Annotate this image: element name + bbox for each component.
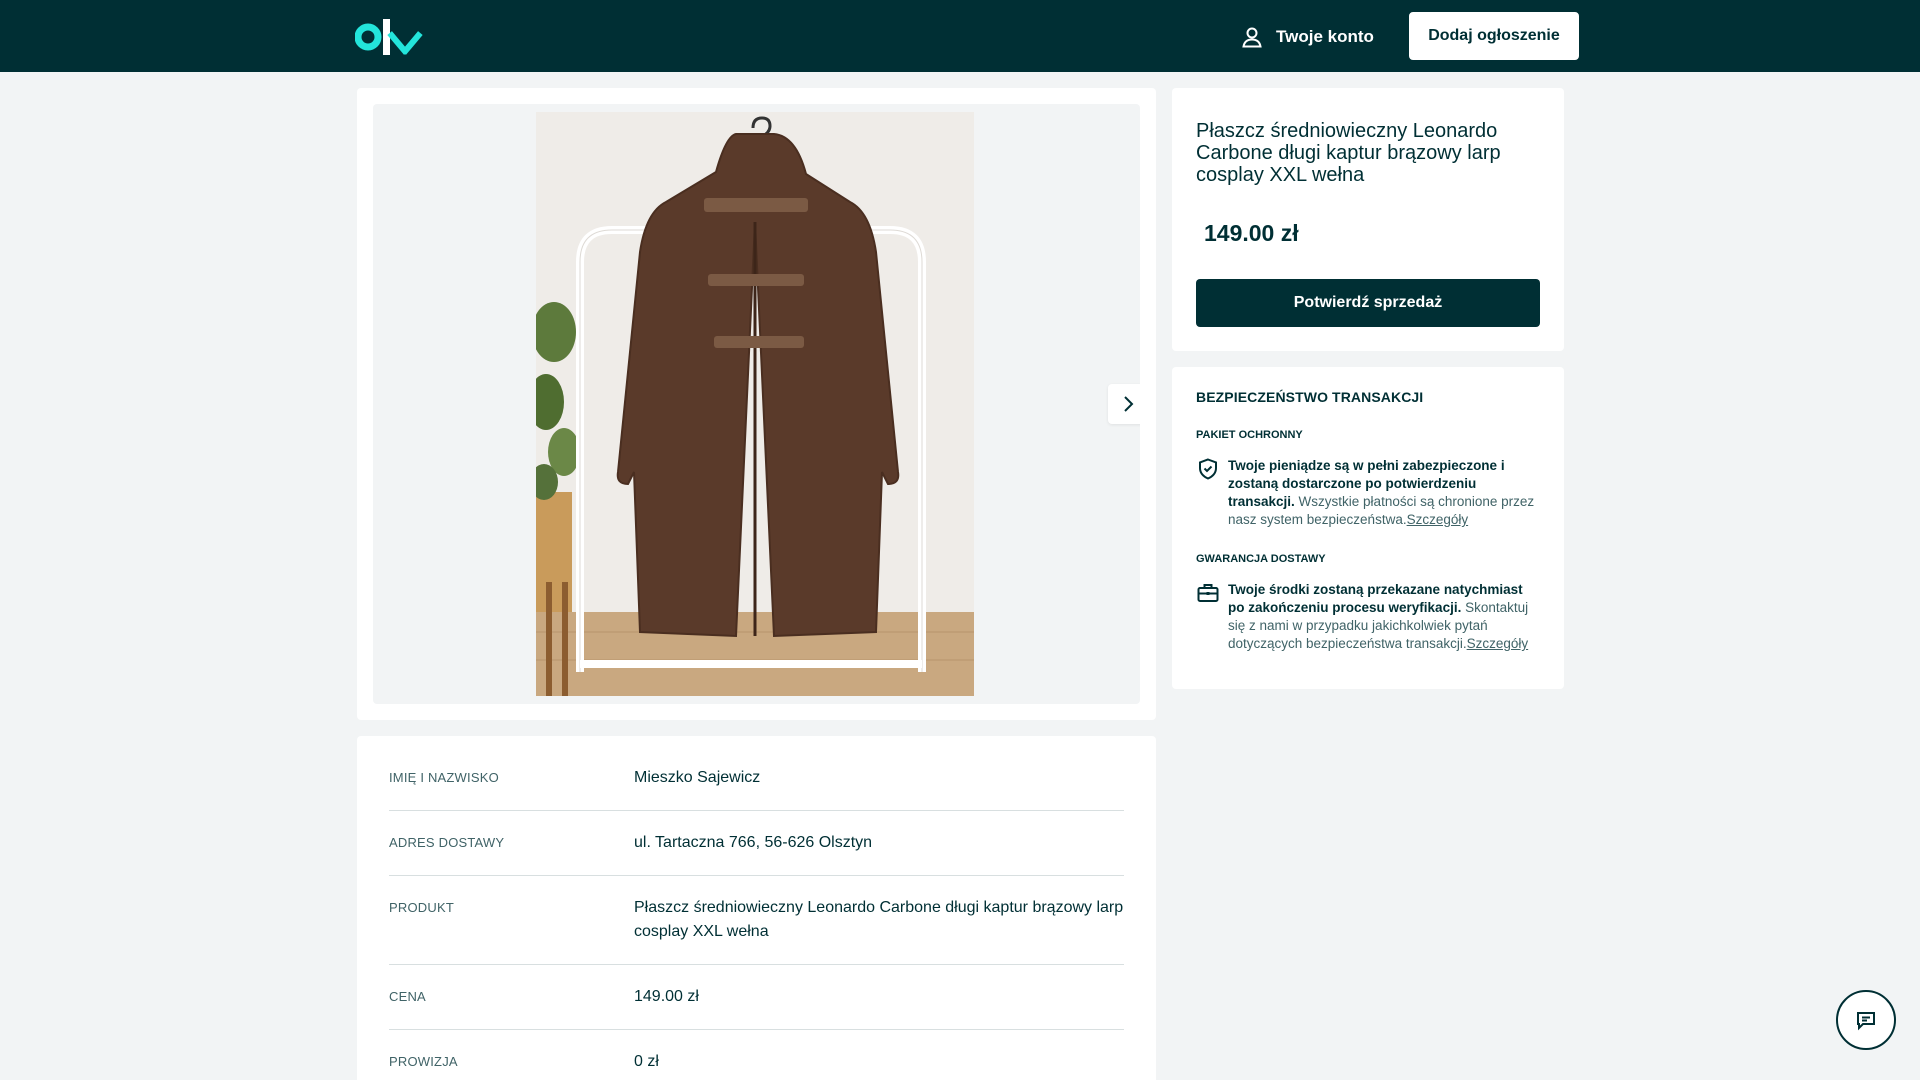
- listing-price: 149.00 zł: [1204, 220, 1299, 246]
- user-icon: [1242, 27, 1262, 48]
- chevron-right-icon: [1124, 396, 1134, 412]
- details-row-address: ADRES DOSTAWY ul. Tartaczna 766, 56-626 …: [389, 811, 1124, 876]
- details-label: CENA: [389, 989, 426, 1004]
- protection-package-text: Twoje pieniądze są w pełni zabezpieczone…: [1228, 457, 1540, 529]
- details-value: Płaszcz średniowieczny Leonardo Carbone …: [634, 899, 1124, 940]
- details-row-commission: PROWIZJA 0 zł: [389, 1030, 1124, 1080]
- protection-package-item: Twoje pieniądze są w pełni zabezpieczone…: [1196, 457, 1540, 529]
- product-photo[interactable]: [536, 112, 974, 696]
- listing-summary-card: Płaszcz średniowieczny Leonardo Carbone …: [1172, 88, 1564, 351]
- details-row-product: PRODUKT Płaszcz średniowieczny Leonardo …: [389, 876, 1124, 965]
- protection-package-title: PAKIET OCHRONNY: [1196, 429, 1303, 441]
- account-label: Twoje konto: [1276, 27, 1374, 46]
- details-value: 149.00 zł: [634, 988, 699, 1005]
- transaction-safety-card: BEZPIECZEŃSTWO TRANSAKCJI PAKIET OCHRONN…: [1172, 367, 1564, 689]
- details-value: ul. Tartaczna 766, 56-626 Olsztyn: [634, 834, 873, 851]
- delivery-guarantee-title: GWARANCJA DOSTAWY: [1196, 553, 1326, 565]
- next-image-button[interactable]: [1108, 384, 1140, 424]
- confirm-sale-button[interactable]: Potwierdź sprzedaż: [1196, 279, 1540, 327]
- details-value: Mieszko Sajewicz: [634, 769, 761, 786]
- details-label: PROWIZJA: [389, 1054, 458, 1069]
- protection-details-link[interactable]: Szczegóły: [1407, 512, 1469, 527]
- order-details-card: IMIĘ I NAZWISKO Mieszko Sajewicz ADRES D…: [357, 736, 1156, 1080]
- details-label: ADRES DOSTAWY: [389, 835, 505, 850]
- details-label: IMIĘ I NAZWISKO: [389, 770, 499, 785]
- top-navigation-bar: Twoje konto Dodaj ogłoszenie: [0, 0, 1920, 72]
- details-label: PRODUKT: [389, 900, 454, 915]
- chat-icon: [1857, 1012, 1875, 1031]
- delivery-guarantee-item: Twoje środki zostaną przekazane natychmi…: [1196, 581, 1540, 653]
- listing-title: Płaszcz średniowieczny Leonardo Carbone …: [1196, 120, 1501, 186]
- delivery-guarantee-text: Twoje środki zostaną przekazane natychmi…: [1228, 581, 1540, 653]
- delivery-details-link[interactable]: Szczegóły: [1467, 636, 1529, 651]
- olx-logo[interactable]: [355, 18, 429, 56]
- shield-check-icon: [1199, 458, 1217, 480]
- safety-heading: BEZPIECZEŃSTWO TRANSAKCJI: [1196, 389, 1424, 405]
- image-gallery: [373, 104, 1140, 704]
- briefcase-icon: [1197, 584, 1219, 602]
- chat-button[interactable]: [1836, 990, 1896, 1050]
- account-link[interactable]: Twoje konto: [1240, 22, 1374, 52]
- gallery-card: [357, 88, 1156, 720]
- add-listing-button[interactable]: Dodaj ogłoszenie: [1409, 12, 1579, 60]
- details-value: 0 zł: [634, 1053, 659, 1070]
- details-row-price: CENA 149.00 zł: [389, 965, 1124, 1030]
- details-row-name: IMIĘ I NAZWISKO Mieszko Sajewicz: [389, 736, 1124, 811]
